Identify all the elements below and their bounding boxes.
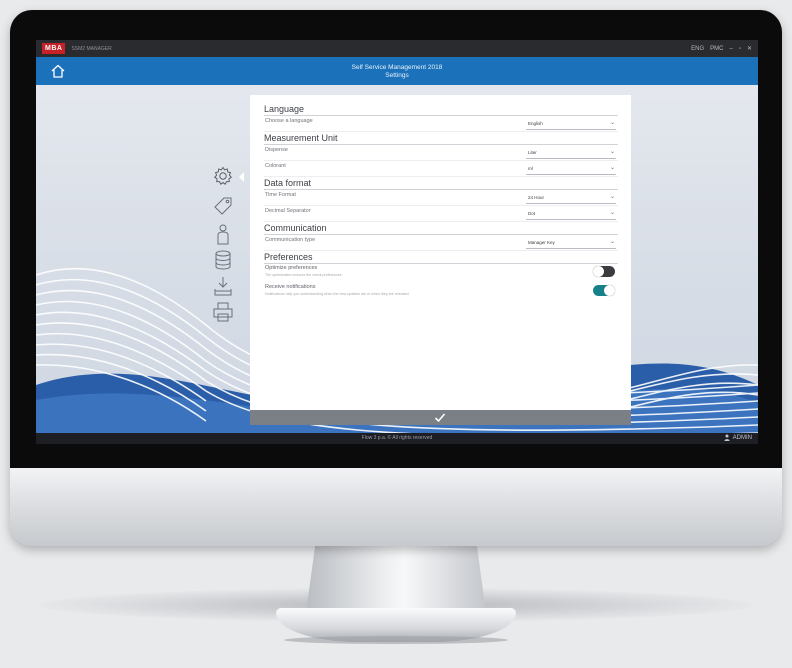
user-icon <box>217 224 229 245</box>
monitor-stand-edge <box>284 636 508 644</box>
decimal-separator-select[interactable]: Dot ⌄ <box>526 209 616 220</box>
window-titlebar: MBA SSM2 MANAGER ENG PMC – ▫ ✕ <box>36 40 758 57</box>
current-user[interactable]: ADMIN <box>724 434 752 441</box>
close-button[interactable]: ✕ <box>747 45 752 52</box>
app-header: Self Service Management 2018 Settings <box>36 57 758 85</box>
active-indicator <box>239 172 244 182</box>
app-title-block: Self Service Management 2018 Settings <box>36 64 758 79</box>
setting-row: Decimal Separator Dot ⌄ <box>264 206 618 222</box>
setting-row: Communication type Manager Key ⌄ <box>264 235 618 251</box>
brand-logo: MBA <box>42 43 66 54</box>
colorant-unit-select[interactable]: ml ⌄ <box>526 164 616 175</box>
setting-row: Colorant ml ⌄ <box>264 161 618 177</box>
time-format-select[interactable]: 24 Hour ⌄ <box>526 193 616 204</box>
dispense-unit-select[interactable]: Liter ⌄ <box>526 148 616 159</box>
profile-indicator[interactable]: PMC <box>710 46 723 52</box>
tag-icon <box>214 197 232 215</box>
database-icon <box>215 250 231 270</box>
preference-description: The optimization reduces the check prefe… <box>265 273 342 277</box>
setting-label: Dispense <box>265 147 288 153</box>
chevron-down-icon: ⌄ <box>609 165 615 171</box>
app-title: Self Service Management 2018 <box>351 64 443 71</box>
setting-label: Time Format <box>265 192 296 198</box>
preference-label: Optimize preferences <box>265 265 318 271</box>
settings-panel: Language Choose a language English ⌄ Mea… <box>250 95 631 410</box>
user-name: ADMIN <box>732 434 752 441</box>
nav-item-download[interactable] <box>212 275 238 297</box>
preference-label: Receive notifications <box>265 284 316 290</box>
nav-item-tags[interactable] <box>212 195 238 217</box>
confirm-bar <box>250 410 631 425</box>
toggle-knob <box>593 266 604 277</box>
setting-row: Dispense Liter ⌄ <box>264 145 618 161</box>
chevron-down-icon: ⌄ <box>609 120 615 126</box>
chevron-down-icon: ⌄ <box>609 210 615 216</box>
copyright-text: Flow 3 p.a. © All rights reserved <box>361 435 433 441</box>
preference-row: Optimize preferences The optimization re… <box>264 264 618 283</box>
chevron-down-icon: ⌄ <box>609 239 615 245</box>
user-icon <box>724 434 730 441</box>
preference-description: Notifications help you understanding whe… <box>265 292 409 296</box>
chevron-down-icon: ⌄ <box>609 194 615 200</box>
language-indicator[interactable]: ENG <box>691 46 704 52</box>
communication-type-select[interactable]: Manager Key ⌄ <box>526 238 616 249</box>
toggle-knob <box>604 285 615 296</box>
section-language-title: Language <box>264 103 618 116</box>
gear-icon <box>213 166 233 185</box>
printer-icon <box>213 302 233 322</box>
nav-item-settings[interactable] <box>212 165 244 187</box>
nav-item-print[interactable] <box>212 301 238 323</box>
minimize-button[interactable]: – <box>729 46 732 52</box>
language-select[interactable]: English ⌄ <box>526 119 616 130</box>
download-tray-icon <box>214 277 232 296</box>
nav-item-users[interactable] <box>212 223 238 245</box>
preference-row: Receive notifications Notifications help… <box>264 283 618 302</box>
setting-label: Communication type <box>265 237 316 243</box>
setting-row: Choose a language English ⌄ <box>264 116 618 132</box>
page-title: Settings <box>385 71 409 79</box>
optimize-preferences-toggle[interactable] <box>593 266 615 277</box>
receive-notifications-toggle[interactable] <box>593 285 615 296</box>
app-name: SSM2 MANAGER <box>71 45 112 52</box>
section-preferences-title: Preferences <box>264 251 618 264</box>
section-communication-title: Communication <box>264 222 618 235</box>
section-dataformat-title: Data format <box>264 177 618 190</box>
maximize-button[interactable]: ▫ <box>739 46 741 52</box>
status-bar: Flow 3 p.a. © All rights reserved ADMIN <box>36 433 758 444</box>
setting-label: Colorant <box>265 163 286 169</box>
nav-item-database[interactable] <box>212 249 238 271</box>
window-controls: ENG PMC – ▫ ✕ <box>691 40 752 57</box>
section-measurement-title: Measurement Unit <box>264 132 618 145</box>
chevron-down-icon: ⌄ <box>609 149 615 155</box>
checkmark-icon[interactable] <box>434 412 446 423</box>
setting-label: Decimal Separator <box>265 208 311 214</box>
setting-row: Time Format 24 Hour ⌄ <box>264 190 618 206</box>
screen: MBA SSM2 MANAGER ENG PMC – ▫ ✕ Self Serv… <box>36 40 758 444</box>
monitor-chin <box>10 468 782 546</box>
setting-label: Choose a language <box>265 118 313 124</box>
